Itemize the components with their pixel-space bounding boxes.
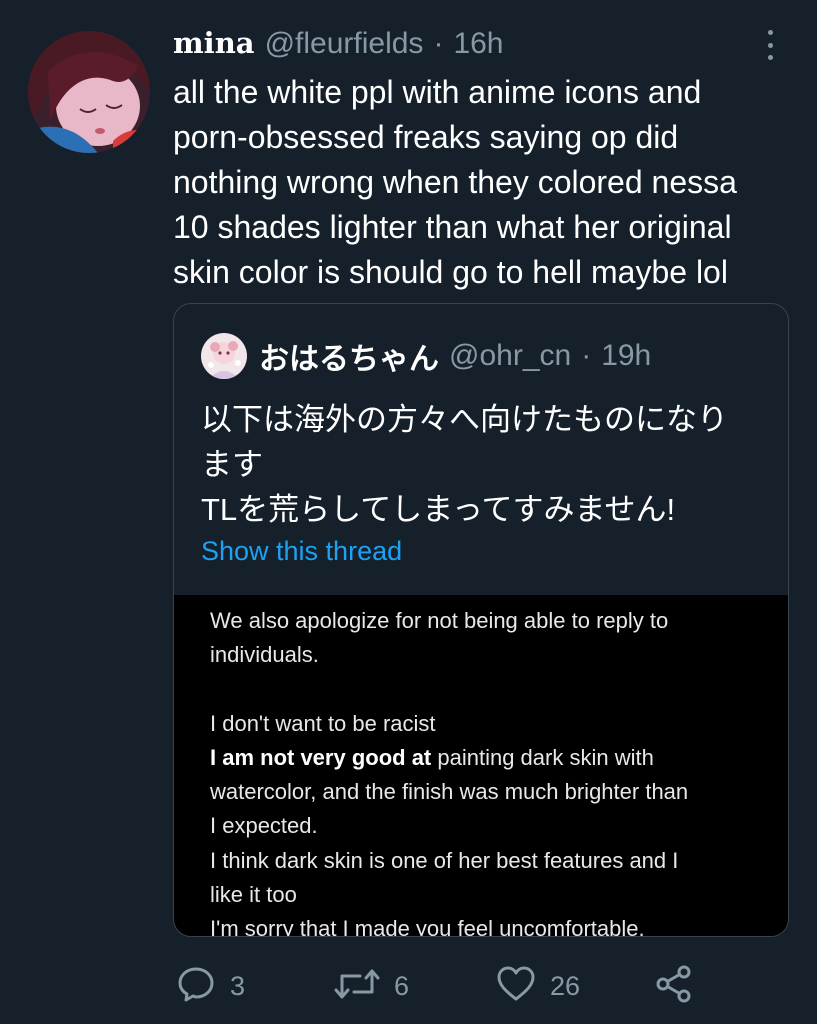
quoted-tweet-image[interactable]: We also apologize for not being able to … (174, 595, 788, 937)
quoted-tweet-time: 19h (601, 339, 652, 372)
image-text-line: We also apologize for not being able to … (210, 608, 669, 633)
quoted-tweet-card[interactable]: おはるちゃん @ohr_cn · 19h 以下は海外の方々へ向けたものになり ま… (173, 303, 789, 937)
image-text-line: I am not very good at painting dark skin… (210, 741, 770, 775)
separator-dot: · (581, 339, 592, 372)
reply-button[interactable]: 3 (176, 958, 245, 1014)
reply-icon (176, 964, 216, 1009)
like-count: 26 (550, 970, 581, 1001)
tweet-text: all the white ppl with anime icons and p… (173, 70, 793, 295)
image-text-rest: painting dark skin with (431, 744, 654, 770)
separator-dot: · (433, 27, 444, 60)
image-text-block: We also apologize for not being able to … (210, 604, 770, 937)
show-thread-link[interactable]: Show this thread (201, 536, 402, 567)
quoted-author-avatar (201, 333, 247, 379)
retweet-icon (334, 964, 380, 1009)
share-button[interactable] (654, 958, 694, 1014)
image-text-line: I'm sorry that I made you feel uncomfort… (210, 916, 645, 937)
quoted-text-line: ます (201, 447, 263, 482)
author-handle[interactable]: @fleurfields (265, 27, 424, 61)
quoted-author-handle: @ohr_cn (449, 339, 572, 372)
tweet-time[interactable]: 16h (453, 27, 503, 61)
tweet-text-line: porn-obsessed freaks saying op did (173, 119, 679, 155)
reply-count: 3 (230, 970, 246, 1001)
image-text-bold: I am not very good at (210, 744, 432, 770)
tweet-text-line: nothing wrong when they colored nessa (173, 164, 737, 200)
like-icon (496, 964, 536, 1009)
quoted-tweet-header: おはるちゃん @ohr_cn · 19h (201, 330, 651, 382)
tweet-text-line: skin color is should go to hell maybe lo… (173, 254, 728, 290)
image-text-line: individuals. (210, 642, 319, 668)
image-text-line: watercolor, and the finish was much brig… (210, 779, 689, 805)
quoted-text-line: 以下は海外の方々へ向けたものになり (201, 402, 728, 437)
tweet-text-line: all the white ppl with anime icons and (173, 74, 702, 110)
share-icon (654, 964, 694, 1009)
quoted-author-name: おはるちゃん (259, 343, 439, 376)
retweet-count: 6 (394, 970, 410, 1001)
image-text-line: I expected. (210, 813, 318, 839)
like-button[interactable]: 26 (496, 958, 580, 1014)
image-text-line: I don't want to be racist (210, 710, 436, 736)
quoted-tweet-text: 以下は海外の方々へ向けたものになり ます TLを荒らしてしまってすみません! (201, 397, 771, 532)
author-avatar[interactable] (28, 31, 150, 153)
image-text-line (210, 673, 770, 707)
tweet-actions: 3 6 26 (0, 958, 817, 1014)
retweet-button[interactable]: 6 (334, 958, 409, 1014)
author-name[interactable]: mina (173, 26, 255, 60)
image-text-line: I think dark skin is one of her best fea… (210, 847, 679, 873)
quoted-text-line: TLを荒らしてしまってすみません! (201, 492, 676, 527)
tweet-header: mina @fleurfields · 16h (173, 26, 504, 66)
more-options-icon[interactable] (758, 28, 782, 62)
tweet-text-line: 10 shades lighter than what her original (173, 209, 732, 245)
image-text-line: like it too (210, 882, 297, 908)
